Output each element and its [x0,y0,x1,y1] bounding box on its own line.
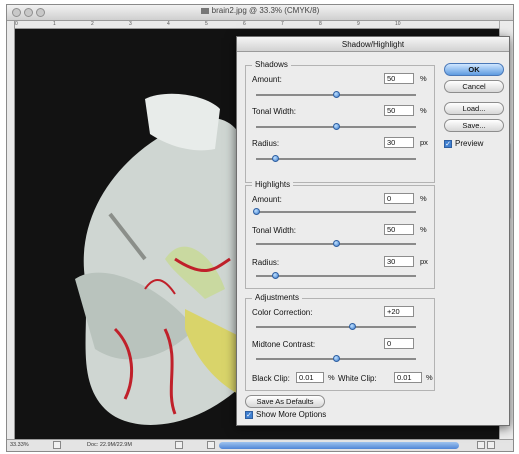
horizontal-ruler[interactable]: 0 1 2 3 4 5 6 7 8 9 10 [15,21,499,29]
color-correction-label: Color Correction: [252,308,313,317]
shadows-tonal-slider[interactable] [332,123,340,130]
shadows-group: Shadows Amount: 50 % Tonal Width: 50 % R… [245,60,435,183]
ruler-tick: 4 [167,21,170,27]
midtone-contrast-label: Midtone Contrast: [252,340,316,349]
midtone-contrast-slider[interactable] [332,355,340,362]
white-clip-field[interactable]: 0.01 [394,372,422,383]
highlights-heading: Highlights [252,180,294,189]
shadows-radius-field[interactable]: 30 [384,137,414,148]
ruler-tick: 9 [357,21,360,27]
window-title: brain2.jpg @ 33.3% (CMYK/8) [211,6,320,15]
ruler-tick: 7 [281,21,284,27]
black-clip-label: Black Clip: [252,374,290,383]
shadows-radius-track[interactable] [256,158,416,160]
shadows-radius-unit: px [420,138,428,147]
load-button[interactable]: Load... [444,102,504,115]
highlights-radius-track[interactable] [256,275,416,277]
scroll-left-icon[interactable] [207,441,215,449]
shadows-amount-label: Amount: [252,75,282,84]
status-arrow-icon[interactable] [175,441,183,449]
white-clip-label: White Clip: [338,374,377,383]
highlights-radius-unit: px [420,257,428,266]
preview-checkbox[interactable]: ✓ [444,140,452,148]
ruler-tick: 5 [205,21,208,27]
scroll-right-icon[interactable] [477,441,485,449]
ruler-tick: 1 [53,21,56,27]
highlights-radius-label: Radius: [252,258,280,267]
color-correction-track[interactable] [256,326,416,328]
highlights-amount-track[interactable] [256,211,416,213]
save-button[interactable]: Save... [444,119,504,132]
shadows-heading: Shadows [252,60,291,69]
color-correction-field[interactable]: +20 [384,306,414,317]
shadows-amount-field[interactable]: 50 [384,73,414,84]
zoom-level[interactable]: 33.33% [10,442,29,448]
adjustments-group: Adjustments Color Correction: +20 Midton… [245,293,435,391]
document-proxy-icon[interactable] [200,7,209,14]
window-titlebar[interactable]: brain2.jpg @ 33.3% (CMYK/8) [7,5,513,21]
ruler-tick: 3 [129,21,132,27]
highlights-radius-field[interactable]: 30 [384,256,414,267]
highlights-tonal-label: Tonal Width: [252,226,297,235]
shadow-highlight-dialog: Shadow/Highlight Shadows Amount: 50 % To… [236,36,510,426]
highlights-amount-field[interactable]: 0 [384,193,414,204]
shadows-tonal-field[interactable]: 50 [384,105,414,116]
ruler-tick: 2 [91,21,94,27]
shadows-radius-slider[interactable] [271,155,279,162]
white-clip-unit: % [426,373,433,382]
midtone-contrast-field[interactable]: 0 [384,338,414,349]
dialog-title: Shadow/Highlight [237,37,509,52]
ok-button[interactable]: OK [444,63,504,76]
shadows-radius-label: Radius: [252,139,280,148]
adjustments-heading: Adjustments [252,293,303,302]
ruler-tick: 0 [15,21,18,27]
highlights-tonal-field[interactable]: 50 [384,224,414,235]
highlights-radius-slider[interactable] [271,272,279,279]
status-bar: 33.33% Doc: 22.9M/22.9M [7,439,513,451]
shadows-tonal-label: Tonal Width: [252,107,297,116]
document-window: brain2.jpg @ 33.3% (CMYK/8) 0 1 2 3 4 5 … [6,4,514,452]
preview-label: Preview [455,139,484,148]
highlights-amount-unit: % [420,194,427,203]
highlights-tonal-slider[interactable] [332,240,340,247]
shadows-tonal-unit: % [420,106,427,115]
highlights-amount-label: Amount: [252,195,282,204]
shadows-amount-slider[interactable] [332,91,340,98]
status-menu-icon[interactable] [53,441,61,449]
cancel-button[interactable]: Cancel [444,80,504,93]
ruler-tick: 10 [395,21,401,27]
horizontal-scroll-thumb[interactable] [219,442,459,449]
save-as-defaults-button[interactable]: Save As Defaults [245,395,325,408]
show-more-options-label: Show More Options [256,410,327,419]
highlights-tonal-unit: % [420,225,427,234]
shadows-amount-unit: % [420,74,427,83]
black-clip-field[interactable]: 0.01 [296,372,324,383]
highlights-group: Highlights Amount: 0 % Tonal Width: 50 %… [245,180,435,289]
ruler-tick: 6 [243,21,246,27]
scroll-arrows-icon[interactable] [487,441,495,449]
ruler-tick: 8 [319,21,322,27]
highlights-amount-slider[interactable] [252,208,260,215]
document-size: Doc: 22.9M/22.9M [87,442,132,448]
black-clip-unit: % [328,373,335,382]
color-correction-slider[interactable] [348,323,356,330]
vertical-ruler[interactable] [7,21,15,439]
show-more-options-checkbox[interactable]: ✓ [245,411,253,419]
